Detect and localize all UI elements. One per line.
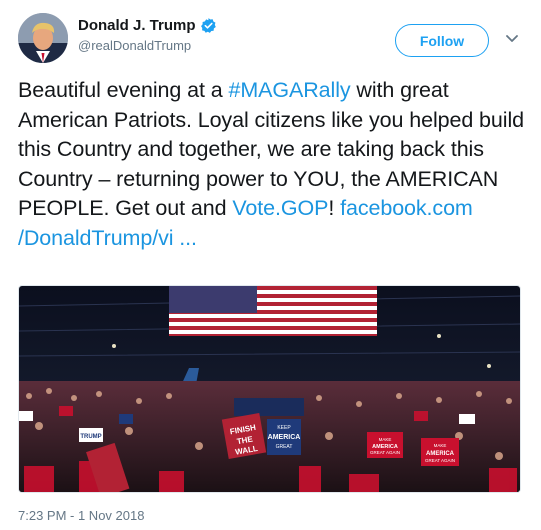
- hashtag-link[interactable]: #MAGARally: [228, 78, 350, 102]
- author-display-name[interactable]: Donald J. Trump: [78, 17, 196, 34]
- author-handle[interactable]: @realDonaldTrump: [78, 38, 191, 53]
- svg-text:GREAT: GREAT: [276, 444, 293, 450]
- tweet-text-segment: !: [328, 196, 341, 220]
- avatar-image: [18, 13, 68, 63]
- svg-text:TRUMP: TRUMP: [80, 434, 101, 440]
- svg-text:GREAT AGAIN: GREAT AGAIN: [370, 450, 400, 455]
- svg-text:AMERICA: AMERICA: [426, 451, 455, 457]
- author-name-row: Donald J. Trump: [78, 17, 217, 34]
- tweet-timestamp[interactable]: 7:23 PM - 1 Nov 2018: [18, 508, 144, 523]
- rally-photo: FINISH THE WALL KEEP AMERICA GREAT MAKE …: [19, 286, 520, 492]
- sign-keep-america-great: KEEP AMERICA GREAT: [267, 419, 301, 455]
- tweet-text-segment: Beautiful evening at a: [18, 78, 229, 102]
- svg-text:AMERICA: AMERICA: [268, 434, 301, 441]
- svg-text:MAKE: MAKE: [379, 437, 392, 442]
- sign-finish-the-wall: FINISH THE WALL: [221, 413, 267, 459]
- tweet-media-photo[interactable]: FINISH THE WALL KEEP AMERICA GREAT MAKE …: [18, 285, 521, 493]
- avatar[interactable]: [18, 13, 68, 63]
- tweet-text: Beautiful evening at a #MAGARally with g…: [18, 76, 530, 253]
- follow-button[interactable]: Follow: [395, 24, 489, 57]
- verified-badge-icon: [200, 18, 216, 33]
- chevron-down-icon[interactable]: [505, 34, 519, 44]
- tweet-card: Donald J. Trump @realDonaldTrump Follow …: [0, 0, 541, 530]
- us-flag: [169, 286, 377, 336]
- sign-maga-2: MAKE AMERICA GREAT AGAIN: [421, 438, 459, 466]
- sign-maga-1: MAKE AMERICA GREAT AGAIN: [367, 432, 403, 458]
- svg-text:GREAT AGAIN: GREAT AGAIN: [425, 458, 455, 463]
- sign-trump: TRUMP: [79, 428, 103, 442]
- svg-text:KEEP: KEEP: [277, 425, 291, 431]
- svg-text:MAKE: MAKE: [434, 443, 447, 448]
- vote-gop-link[interactable]: Vote.GOP: [232, 196, 328, 220]
